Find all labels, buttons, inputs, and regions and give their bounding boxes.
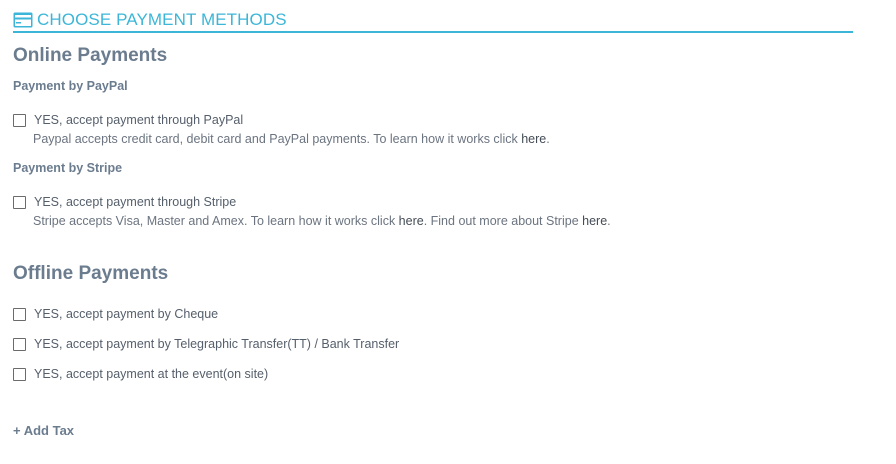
bank-transfer-checkbox[interactable] <box>13 337 26 351</box>
stripe-desc-middle: . Find out more about Stripe <box>423 214 583 228</box>
paypal-subtitle: Payment by PayPal <box>13 79 128 93</box>
cheque-option[interactable]: YES, accept payment by Cheque <box>13 307 218 321</box>
stripe-desc-end: . <box>607 214 611 228</box>
onsite-checkbox[interactable] <box>13 367 26 381</box>
section-header: CHOOSE PAYMENT METHODS <box>13 8 853 33</box>
paypal-checkbox[interactable] <box>13 113 26 127</box>
paypal-desc-text: Paypal accepts credit card, debit card a… <box>33 132 522 146</box>
bank-transfer-option[interactable]: YES, accept payment by Telegraphic Trans… <box>13 337 399 351</box>
section-title: CHOOSE PAYMENT METHODS <box>37 10 287 29</box>
onsite-checkbox-label: YES, accept payment at the event(on site… <box>34 367 269 381</box>
credit-card-icon <box>13 12 33 28</box>
payment-methods-page: CHOOSE PAYMENT METHODS Online Payments P… <box>0 0 896 464</box>
offline-payments-title: Offline Payments <box>13 263 169 284</box>
paypal-description: Paypal accepts credit card, debit card a… <box>33 132 550 146</box>
bank-transfer-checkbox-label: YES, accept payment by Telegraphic Trans… <box>34 337 400 351</box>
stripe-find-out-more-link[interactable]: here <box>582 214 607 228</box>
cheque-checkbox-label: YES, accept payment by Cheque <box>34 307 219 321</box>
stripe-learn-more-link[interactable]: here <box>399 214 424 228</box>
stripe-checkbox-label: YES, accept payment through Stripe <box>34 195 237 209</box>
paypal-learn-more-link[interactable]: here <box>521 132 546 146</box>
stripe-description: Stripe accepts Visa, Master and Amex. To… <box>33 214 611 228</box>
stripe-subtitle: Payment by Stripe <box>13 161 123 175</box>
onsite-option[interactable]: YES, accept payment at the event(on site… <box>13 367 268 381</box>
stripe-option[interactable]: YES, accept payment through Stripe <box>13 195 236 209</box>
stripe-desc-text: Stripe accepts Visa, Master and Amex. To… <box>33 214 399 228</box>
add-tax-link[interactable]: + Add Tax <box>13 423 74 438</box>
paypal-checkbox-label: YES, accept payment through PayPal <box>34 113 244 127</box>
paypal-desc-end: . <box>546 132 550 146</box>
online-payments-title: Online Payments <box>13 45 168 66</box>
paypal-option[interactable]: YES, accept payment through PayPal <box>13 113 243 127</box>
stripe-checkbox[interactable] <box>13 195 26 209</box>
cheque-checkbox[interactable] <box>13 307 26 321</box>
